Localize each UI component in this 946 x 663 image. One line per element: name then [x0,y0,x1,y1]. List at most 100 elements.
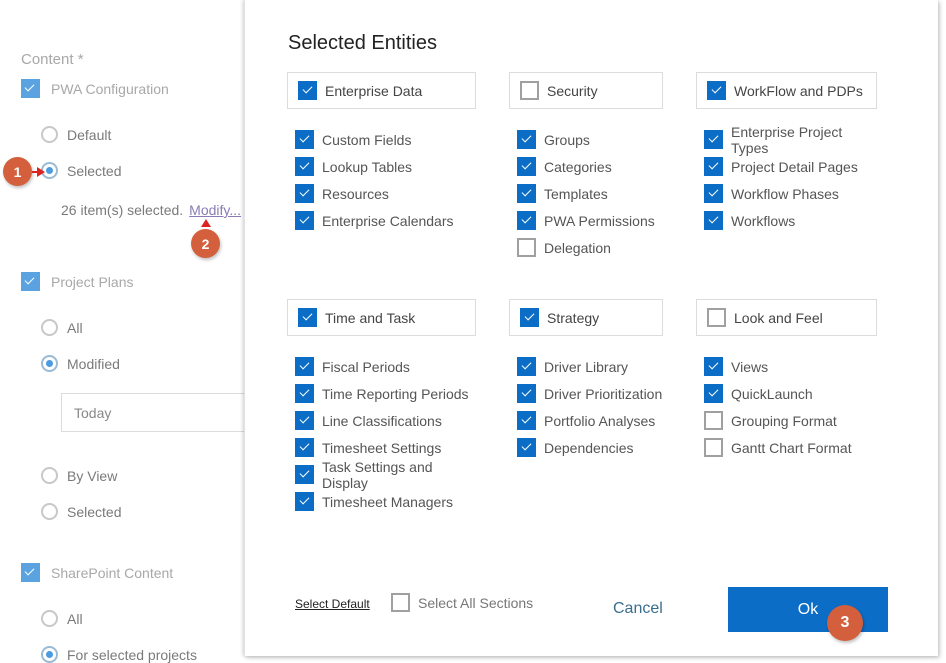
entity-checkbox-item[interactable]: Templates [509,180,663,207]
radio-for-selected-projects[interactable]: For selected projects [41,646,197,663]
entity-checkbox-item[interactable]: Enterprise Project Types [696,123,877,156]
checkbox-checked-icon [295,411,314,430]
ok-button[interactable]: Ok [728,587,888,632]
radio-sharepoint-all[interactable]: All [41,610,83,627]
entity-label: Views [731,358,769,375]
radio-label: Default [67,126,112,143]
entity-label: QuickLaunch [731,385,813,402]
radio-modified[interactable]: Modified [41,355,120,372]
entity-checkbox-item[interactable]: Enterprise Calendars [287,207,476,234]
entity-checkbox-item[interactable]: Task Settings and Display [287,459,476,491]
entity-label: Dependencies [544,439,634,456]
radio-selected-icon [41,355,58,372]
group-header-checkbox[interactable]: Enterprise Data [287,72,476,109]
entity-checkbox-item[interactable]: Time Reporting Periods [287,380,476,407]
radio-icon [41,467,58,484]
group-header-checkbox[interactable]: Strategy [509,299,663,336]
group-label: Security [547,82,598,99]
checkbox-checked-icon [517,438,536,457]
entity-checkbox-item[interactable]: QuickLaunch [696,380,877,407]
radio-selected[interactable]: Selected [41,162,121,179]
modified-date-input[interactable]: Today [61,393,261,432]
cancel-button[interactable]: Cancel [613,600,663,618]
entity-checkbox-item[interactable]: Driver Library [509,353,663,380]
items-selected-line: 26 item(s) selected. Modify... [61,202,241,218]
group-strategy: Strategy Driver Library Driver Prioritiza… [509,299,663,461]
entity-label: Categories [544,158,612,175]
checkbox-checked-icon [21,563,40,582]
group-header-checkbox[interactable]: Time and Task [287,299,476,336]
callout-1: 1 [3,157,32,186]
selected-entities-dialog: Selected Entities Enterprise Data Custom… [244,0,938,656]
checkbox-checked-icon [295,492,314,511]
radio-icon [41,126,58,143]
checkbox-checked-icon [298,81,317,100]
entity-checkbox-item[interactable]: Custom Fields [287,126,476,153]
radio-selected-projects[interactable]: Selected [41,503,121,520]
checkbox-checked-icon [295,157,314,176]
group-header-checkbox[interactable]: Look and Feel [696,299,877,336]
entity-checkbox-item[interactable]: Fiscal Periods [287,353,476,380]
radio-label: By View [67,467,118,484]
entity-label: Templates [544,185,608,202]
checkbox-icon [517,238,536,257]
entity-checkbox-item[interactable]: Grouping Format [696,407,877,434]
group-workflow-and-pdps: WorkFlow and PDPs Enterprise Project Typ… [696,72,877,234]
sharepoint-content-label: SharePoint Content [51,564,174,581]
entity-label: Timesheet Managers [322,493,453,510]
callout-arrow-icon [37,167,45,177]
group-look-and-feel: Look and Feel Views QuickLaunch Grouping F… [696,299,877,461]
project-plans-checkbox[interactable]: Project Plans [21,272,133,291]
radio-icon [41,319,58,336]
entity-label: Enterprise Calendars [322,212,454,229]
entity-checkbox-item[interactable]: Driver Prioritization [509,380,663,407]
select-all-sections-checkbox[interactable]: Select All Sections [391,593,533,612]
entity-label: Portfolio Analyses [544,412,656,429]
checkbox-checked-icon [517,211,536,230]
entity-label: Resources [322,185,389,202]
group-enterprise-data: Enterprise Data Custom Fields Lookup Tabl… [287,72,476,234]
entity-checkbox-item[interactable]: Line Classifications [287,407,476,434]
entity-label: Workflows [731,212,796,229]
group-time-and-task: Time and Task Fiscal Periods Time Reporti… [287,299,476,515]
pwa-configuration-label: PWA Configuration [51,80,169,97]
radio-icon [41,503,58,520]
radio-label: For selected projects [67,646,197,663]
group-header-checkbox[interactable]: Security [509,72,663,109]
radio-default[interactable]: Default [41,126,111,143]
entity-checkbox-item[interactable]: Timesheet Settings [287,434,476,461]
entity-label: Driver Library [544,358,629,375]
entity-label: Enterprise Project Types [731,123,843,156]
entity-checkbox-item[interactable]: Gantt Chart Format [696,434,877,461]
pwa-configuration-checkbox[interactable]: PWA Configuration [21,79,169,98]
entity-checkbox-item[interactable]: Dependencies [509,434,663,461]
entity-label: Time Reporting Periods [322,385,469,402]
select-default-link[interactable]: Select Default [295,597,370,611]
entity-label: Project Detail Pages [731,158,858,175]
entity-checkbox-item[interactable]: Portfolio Analyses [509,407,663,434]
dialog-title: Selected Entities [288,32,437,54]
entity-checkbox-item[interactable]: Project Detail Pages [696,153,877,180]
entity-checkbox-item[interactable]: Timesheet Managers [287,488,476,515]
entity-label: Gantt Chart Format [731,439,852,456]
entity-checkbox-item[interactable]: Resources [287,180,476,207]
radio-all-projects[interactable]: All [41,319,83,336]
select-all-sections-label: Select All Sections [418,594,534,611]
radio-by-view[interactable]: By View [41,467,117,484]
entity-checkbox-item[interactable]: Groups [509,126,663,153]
entity-checkbox-item[interactable]: Workflow Phases [696,180,877,207]
checkbox-checked-icon [295,130,314,149]
group-label: Strategy [547,309,600,326]
entity-checkbox-item[interactable]: PWA Permissions [509,207,663,234]
entity-checkbox-item[interactable]: Categories [509,153,663,180]
entity-checkbox-item[interactable]: Delegation [509,234,663,261]
sharepoint-content-checkbox[interactable]: SharePoint Content [21,563,173,582]
checkbox-checked-icon [517,357,536,376]
entity-checkbox-item[interactable]: Views [696,353,877,380]
modify-link[interactable]: Modify... [189,202,241,218]
entity-checkbox-item[interactable]: Workflows [696,207,877,234]
entity-checkbox-item[interactable]: Lookup Tables [287,153,476,180]
checkbox-checked-icon [295,384,314,403]
project-plans-label: Project Plans [51,273,134,290]
group-header-checkbox[interactable]: WorkFlow and PDPs [696,72,877,109]
